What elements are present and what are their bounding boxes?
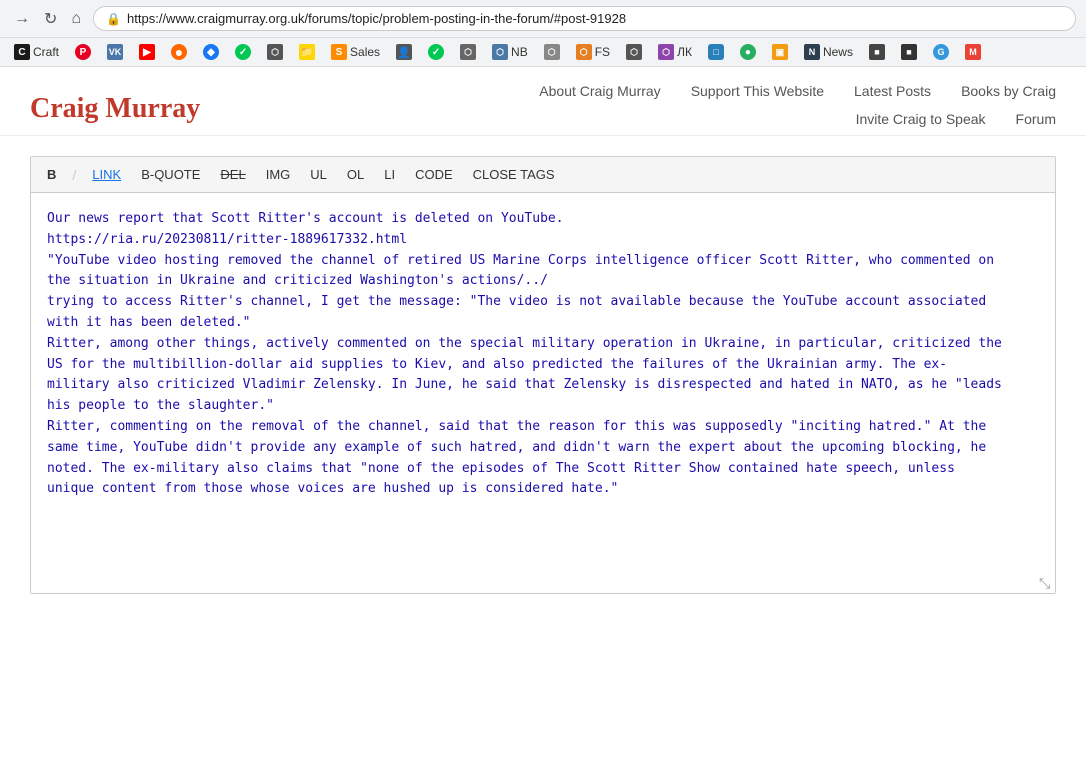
address-bar[interactable]: 🔒 https://www.craigmurray.org.uk/forums/…	[93, 6, 1076, 31]
bookmark-nb-label: NB	[511, 45, 528, 59]
sales-icon: S	[331, 44, 347, 60]
nav-invite[interactable]: Invite Craig to Speak	[856, 111, 986, 135]
bookmark-hex4[interactable]: ⬡	[620, 42, 648, 62]
bookmark-hex3[interactable]: ⬡	[538, 42, 566, 62]
bookmark-leaf[interactable]: ●	[734, 42, 762, 62]
bookmark-news-label: News	[823, 45, 853, 59]
bookmark-gblue[interactable]: G	[927, 42, 955, 62]
check-icon: ✓	[235, 44, 251, 60]
url-text: https://www.craigmurray.org.uk/forums/to…	[127, 11, 1063, 26]
bookmark-dark2[interactable]: ■	[895, 42, 923, 62]
bookmark-hex1[interactable]: ⬡	[261, 42, 289, 62]
sep1: /	[72, 167, 76, 183]
bookmark-check[interactable]: ✓	[229, 42, 257, 62]
nav-row-2: Invite Craig to Speak Forum	[856, 111, 1056, 135]
dark1-icon: ■	[869, 44, 885, 60]
bookmark-news[interactable]: N News	[798, 42, 859, 62]
vk-icon: VK	[107, 44, 123, 60]
editor-text-block: Our news report that Scott Ritter's acco…	[47, 209, 1039, 500]
news-icon: N	[804, 44, 820, 60]
li-button[interactable]: LI	[380, 165, 399, 184]
bookmark-craft-label: Craft	[33, 45, 59, 59]
back-button[interactable]: →	[10, 8, 34, 30]
hex4-icon: ⬡	[626, 44, 642, 60]
orange-icon: ●	[171, 44, 187, 60]
hex1-icon: ⬡	[267, 44, 283, 60]
del-button[interactable]: DEL	[216, 165, 249, 184]
editor-content[interactable]: Our news report that Scott Ritter's acco…	[31, 193, 1055, 593]
bookmarks-bar: C Craft P VK ▶ ● ◆ ✓ ⬡ 📁 S Sales 👤 ✓ ⬡ ⬡…	[0, 38, 1086, 67]
site-nav: About Craig Murray Support This Website …	[539, 83, 1056, 135]
bookmark-folder[interactable]: 📁	[293, 42, 321, 62]
bold-button[interactable]: B	[43, 165, 60, 184]
editor-toolbar: B / LINK B-QUOTE DEL IMG UL OL LI CODE C…	[31, 157, 1055, 193]
close-tags-button[interactable]: CLOSE TAGS	[469, 165, 559, 184]
resize-handle[interactable]: ⤡	[1039, 577, 1053, 591]
bookmark-dark1[interactable]: ■	[863, 42, 891, 62]
nav-support[interactable]: Support This Website	[691, 83, 824, 107]
craft-icon: C	[14, 44, 30, 60]
browser-chrome: → ↻ ⌂ 🔒 https://www.craigmurray.org.uk/f…	[0, 0, 1086, 38]
bookmark-lk-label: ЛК	[677, 45, 692, 59]
nav-books[interactable]: Books by Craig	[961, 83, 1056, 107]
refresh-button[interactable]: ↻	[40, 7, 61, 31]
site-header: Craig Murray About Craig Murray Support …	[0, 67, 1086, 136]
bookmark-vk[interactable]: VK	[101, 42, 129, 62]
ol-button[interactable]: OL	[343, 165, 368, 184]
bookmark-nb[interactable]: ⬡ NB	[486, 42, 534, 62]
bookmark-folder2[interactable]: ▣	[766, 42, 794, 62]
hex2-icon: ⬡	[460, 44, 476, 60]
nav-about[interactable]: About Craig Murray	[539, 83, 660, 107]
link-button[interactable]: LINK	[88, 165, 125, 184]
bookmark-gmail[interactable]: M	[959, 42, 987, 62]
lock-icon: 🔒	[106, 12, 121, 26]
home-button[interactable]: ⌂	[67, 8, 85, 30]
bookmark-face[interactable]: 👤	[390, 42, 418, 62]
bookmark-craft[interactable]: C Craft	[8, 42, 65, 62]
main-content: B / LINK B-QUOTE DEL IMG UL OL LI CODE C…	[0, 136, 1086, 614]
bookmark-hex2[interactable]: ⬡	[454, 42, 482, 62]
bookmark-fs-label: FS	[595, 45, 610, 59]
blue-icon: ◆	[203, 44, 219, 60]
pinterest-icon: P	[75, 44, 91, 60]
bookmark-fs[interactable]: ⬡ FS	[570, 42, 616, 62]
face-icon: 👤	[396, 44, 412, 60]
nav-latest[interactable]: Latest Posts	[854, 83, 931, 107]
gmail-icon: M	[965, 44, 981, 60]
bookmark-youtube[interactable]: ▶	[133, 42, 161, 62]
ul-button[interactable]: UL	[306, 165, 331, 184]
nb-icon: ⬡	[492, 44, 508, 60]
youtube-icon: ▶	[139, 44, 155, 60]
bookmark-check2[interactable]: ✓	[422, 42, 450, 62]
img-button[interactable]: IMG	[262, 165, 295, 184]
bookmark-lk[interactable]: ⬡ ЛК	[652, 42, 698, 62]
folder2-icon: ▣	[772, 44, 788, 60]
dark2-icon: ■	[901, 44, 917, 60]
bookmark-sales-label: Sales	[350, 45, 380, 59]
leaf-icon: ●	[740, 44, 756, 60]
code-button[interactable]: CODE	[411, 165, 457, 184]
nav-row-1: About Craig Murray Support This Website …	[539, 83, 1056, 107]
hex3-icon: ⬡	[544, 44, 560, 60]
folder-icon: 📁	[299, 44, 315, 60]
nav-buttons: → ↻ ⌂	[10, 7, 85, 31]
bookmark-orange[interactable]: ●	[165, 42, 193, 62]
fs-icon: ⬡	[576, 44, 592, 60]
bquote-button[interactable]: B-QUOTE	[137, 165, 204, 184]
bookmark-3d[interactable]: □	[702, 42, 730, 62]
bookmark-blue[interactable]: ◆	[197, 42, 225, 62]
lk-icon: ⬡	[658, 44, 674, 60]
nav-forum[interactable]: Forum	[1016, 111, 1056, 135]
bookmark-sales[interactable]: S Sales	[325, 42, 386, 62]
bookmark-pinterest[interactable]: P	[69, 42, 97, 62]
site-logo[interactable]: Craig Murray	[30, 93, 200, 125]
gblue-icon: G	[933, 44, 949, 60]
check2-icon: ✓	[428, 44, 444, 60]
editor-container: B / LINK B-QUOTE DEL IMG UL OL LI CODE C…	[30, 156, 1056, 594]
3d-icon: □	[708, 44, 724, 60]
